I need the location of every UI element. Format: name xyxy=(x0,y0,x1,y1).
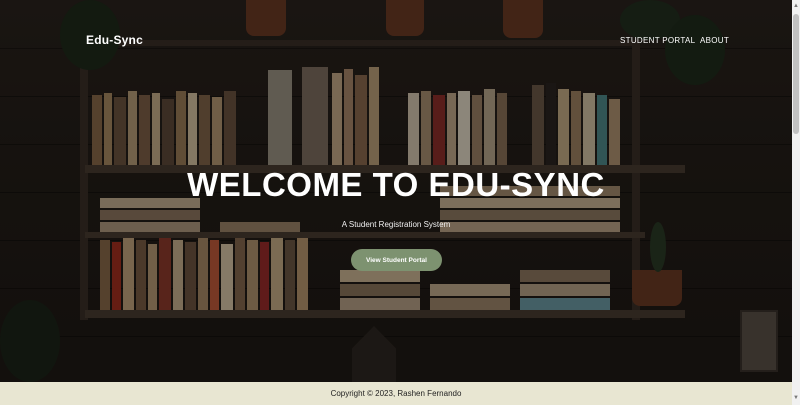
nav-link-student-portal[interactable]: STUDENT PORTAL xyxy=(620,36,695,45)
hero-subtitle: A Student Registration System xyxy=(341,220,451,229)
navbar: Edu-Sync STUDENT PORTAL ABOUT xyxy=(0,0,792,80)
scrollbar[interactable]: ▲ ▼ xyxy=(792,0,800,405)
nav-link-about[interactable]: ABOUT xyxy=(700,36,729,45)
brand-logo[interactable]: Edu-Sync xyxy=(86,33,143,47)
view-student-portal-button[interactable]: View Student Portal xyxy=(351,249,442,271)
hero-title: WELCOME TO EDU-SYNC xyxy=(187,166,605,203)
footer-copyright: Copyright © 2023, Rashen Fernando xyxy=(330,389,462,398)
footer: Copyright © 2023, Rashen Fernando xyxy=(0,382,792,405)
scroll-up-icon[interactable]: ▲ xyxy=(793,2,799,10)
scroll-thumb[interactable] xyxy=(793,14,799,134)
scroll-down-icon[interactable]: ▼ xyxy=(793,394,799,402)
